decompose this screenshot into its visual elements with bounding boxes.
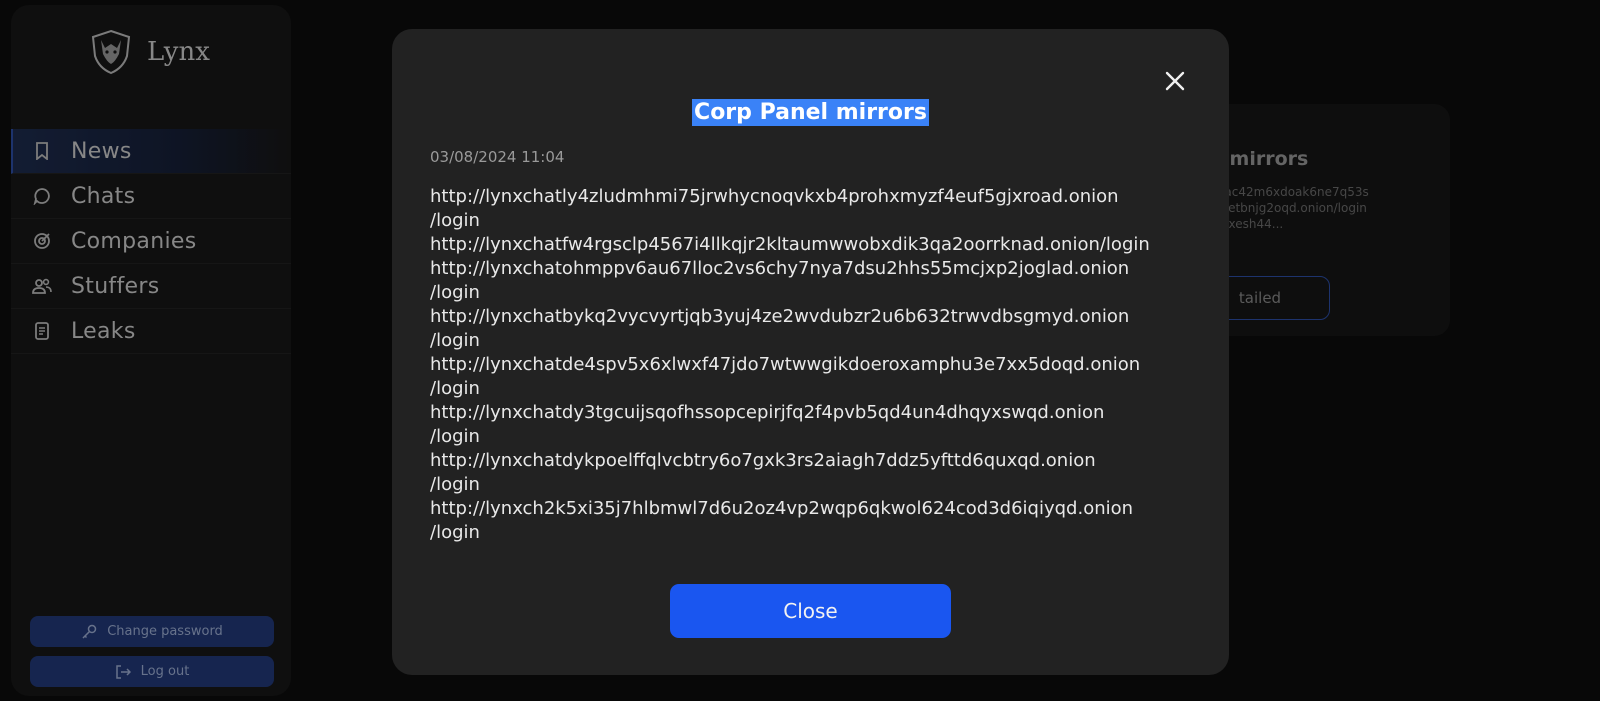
mirror-link-line: http://lynxch2k5xi35j7hlbmwl7d6u2oz4vp2w…: [430, 498, 1134, 519]
mirror-link-line: http://lynxchatly4zludmhmi75jrwhycnoqvkx…: [430, 186, 1119, 207]
mirror-link-line: http://lynxchatohmppv6au67lloc2vs6chy7ny…: [430, 258, 1130, 279]
news-modal: Corp Panel mirrors 03/08/2024 11:04 http…: [392, 29, 1229, 675]
mirror-link-line: /login: [430, 522, 480, 543]
modal-date: 03/08/2024 11:04: [430, 148, 565, 166]
modal-title: Corp Panel mirrors: [692, 99, 929, 126]
mirror-link-line: http://lynxchatdy3tgcuijsqofhssopcepirjf…: [430, 402, 1105, 423]
close-icon[interactable]: [1163, 69, 1187, 93]
mirror-link-line: http://lynxchatde4spv5x6xlwxf47jdo7wtwwg…: [430, 354, 1141, 375]
close-button[interactable]: Close: [670, 584, 951, 638]
mirror-link-line: /login: [430, 426, 480, 447]
mirror-link-line: /login: [430, 474, 480, 495]
mirror-link-line: /login: [430, 378, 480, 399]
mirror-link-line: /login: [430, 330, 480, 351]
modal-title-wrap: Corp Panel mirrors: [392, 99, 1229, 126]
mirror-link-line: /login: [430, 282, 480, 303]
mirror-link-line: http://lynxchatfw4rgsclp4567i4llkqjr2klt…: [430, 234, 1150, 255]
modal-body: http://lynxchatly4zludmhmi75jrwhycnoqvkx…: [430, 185, 1200, 545]
mirror-link-line: /login: [430, 210, 480, 231]
mirror-link-line: http://lynxchatbykq2vycvyrtjqb3yuj4ze2wv…: [430, 306, 1130, 327]
mirror-link-line: http://lynxchatdykpoelffqlvcbtry6o7gxk3r…: [430, 450, 1096, 471]
